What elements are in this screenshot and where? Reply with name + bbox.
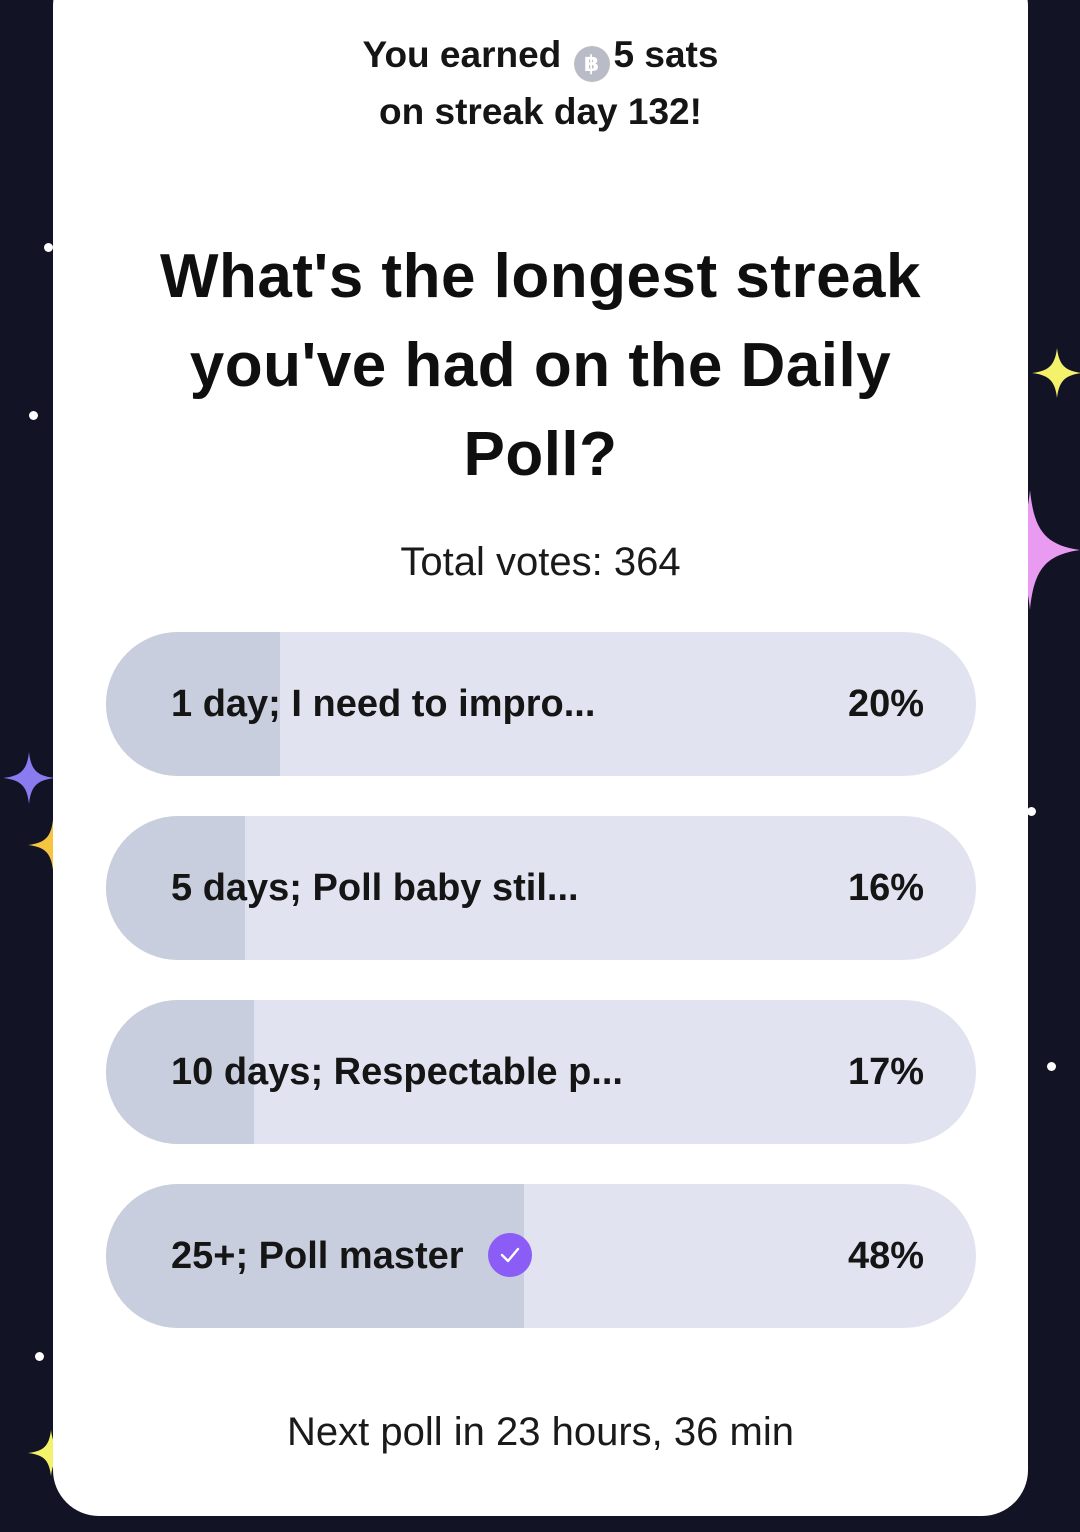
background-star-dot bbox=[44, 243, 53, 252]
poll-option[interactable]: 10 days; Respectable p... 17% bbox=[106, 1000, 976, 1144]
option-percent: 16% bbox=[847, 867, 924, 909]
reward-line-2: on streak day 132! bbox=[379, 91, 702, 132]
poll-option[interactable]: 1 day; I need to impro... 20% bbox=[106, 632, 976, 776]
poll-option[interactable]: 5 days; Poll baby stil... 16% bbox=[106, 816, 976, 960]
purple-sparkle-icon bbox=[3, 752, 55, 804]
reward-amount: 5 sats bbox=[613, 34, 719, 75]
bitcoin-coin-icon: ฿ bbox=[573, 46, 610, 82]
lime-sparkle-icon bbox=[1032, 348, 1080, 398]
reward-prefix: You earned bbox=[362, 34, 562, 75]
background-star-dot bbox=[35, 1352, 44, 1361]
next-poll-countdown: Next poll in 23 hours, 36 min bbox=[287, 1410, 794, 1454]
reward-message: You earned ฿ 5 sats on streak day 132! bbox=[53, 26, 1028, 140]
option-percent: 48% bbox=[847, 1235, 924, 1277]
option-label: 10 days; Respectable p... bbox=[171, 1051, 623, 1093]
option-label: 5 days; Poll baby stil... bbox=[171, 867, 579, 909]
background-star-dot bbox=[29, 411, 38, 420]
background-star-dot bbox=[1047, 1062, 1056, 1071]
total-votes: Total votes: 364 bbox=[400, 540, 681, 584]
background-star-dot bbox=[1027, 807, 1036, 816]
option-percent: 20% bbox=[847, 683, 924, 725]
option-label: 25+; Poll master bbox=[171, 1184, 532, 1328]
option-label-text: 25+; Poll master bbox=[171, 1235, 464, 1277]
poll-question: What's the longest streak you've had on … bbox=[159, 242, 922, 489]
poll-card: You earned ฿ 5 sats on streak day 132! Wh… bbox=[53, 0, 1028, 1516]
reward-line-1: You earned ฿ 5 sats bbox=[53, 26, 1028, 83]
option-percent: 17% bbox=[847, 1051, 924, 1093]
poll-option-selected[interactable]: 25+; Poll master 48% bbox=[106, 1184, 976, 1328]
poll-options: 1 day; I need to impro... 20% 5 days; Po… bbox=[106, 632, 976, 1368]
checkmark-icon bbox=[487, 1232, 532, 1277]
option-label: 1 day; I need to impro... bbox=[171, 683, 596, 725]
